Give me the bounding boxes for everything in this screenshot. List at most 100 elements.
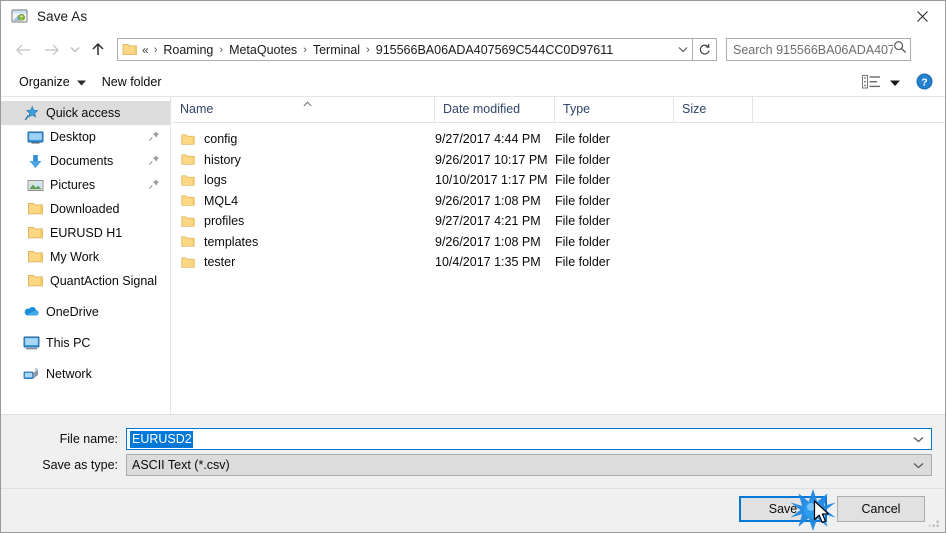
cancel-button[interactable]: Cancel — [837, 496, 925, 522]
file-date-cell: 10/10/2017 1:17 PM — [435, 173, 548, 188]
breadcrumb-item-terminal-id[interactable]: 915566BA06ADA407569C544CC0D97611 — [375, 42, 614, 58]
file-date-cell: 9/27/2017 4:21 PM — [435, 214, 541, 229]
folder-icon — [181, 235, 196, 248]
breadcrumb-item-terminal[interactable]: Terminal — [312, 42, 361, 58]
caret-down-icon[interactable] — [890, 73, 900, 91]
table-row[interactable]: MQL4 9/26/2017 1:08 PM File folder — [172, 191, 945, 212]
table-row[interactable]: logs 10/10/2017 1:17 PM File folder — [172, 170, 945, 191]
table-row[interactable]: templates 9/26/2017 1:08 PM File folder — [172, 232, 945, 253]
sidebar-item-label: Pictures — [50, 178, 96, 192]
onedrive-icon — [23, 304, 40, 321]
refresh-icon[interactable] — [693, 38, 717, 61]
save-as-icon — [11, 8, 28, 25]
sidebar-item-pictures[interactable]: Pictures — [1, 173, 170, 197]
caret-down-icon — [76, 75, 86, 89]
pin-icon[interactable] — [148, 130, 160, 142]
sidebar-item-label: Documents — [50, 154, 114, 168]
file-type-cell: File folder — [555, 193, 610, 208]
sidebar-item-quantaction-signal[interactable]: QuantAction Signal — [1, 269, 170, 293]
breadcrumb-item-metaquotes[interactable]: MetaQuotes — [228, 42, 298, 58]
sidebar-item-documents[interactable]: Documents — [1, 149, 170, 173]
column-header-row: Name Date modified Type Size — [172, 96, 945, 123]
breadcrumb-separator: › — [153, 43, 158, 56]
file-name-label: templates — [204, 234, 259, 249]
file-name-value: EURUSD2 — [130, 430, 193, 448]
file-type-cell: File folder — [555, 255, 610, 270]
sidebar-group-spacer — [1, 293, 170, 300]
back-arrow-icon[interactable] — [9, 35, 37, 65]
organize-button[interactable]: Organize — [11, 72, 94, 92]
pin-icon[interactable] — [148, 154, 160, 166]
file-date-cell: 9/27/2017 4:44 PM — [435, 132, 541, 147]
sidebar-item-label: Downloaded — [50, 202, 120, 216]
sidebar-item-onedrive[interactable]: OneDrive — [1, 300, 170, 324]
file-name-label: tester — [204, 255, 236, 270]
sidebar-item-quick-access[interactable]: Quick access — [1, 101, 170, 125]
file-name-cell: tester — [172, 255, 435, 269]
file-name-cell: history — [172, 153, 435, 167]
column-header-blank — [753, 96, 943, 122]
breadcrumb-overflow[interactable]: « — [138, 43, 149, 57]
file-name-chevron-down-icon[interactable] — [913, 436, 924, 443]
organize-label: Organize — [19, 74, 70, 89]
breadcrumb-item-roaming[interactable]: Roaming — [162, 42, 214, 58]
forward-arrow-icon[interactable] — [37, 35, 65, 65]
sidebar-item-label: OneDrive — [46, 305, 99, 319]
folder-icon — [181, 133, 196, 146]
recent-locations-chevron-down-icon[interactable] — [65, 35, 85, 65]
column-header-label: Size — [682, 102, 707, 116]
search-input[interactable]: Search 915566BA06ADA40756... — [726, 38, 911, 61]
table-row[interactable]: profiles 9/27/2017 4:21 PM File folder — [172, 211, 945, 232]
file-name-input[interactable]: EURUSD2 — [126, 428, 932, 450]
table-row[interactable]: history 9/26/2017 10:17 PM File folder — [172, 150, 945, 171]
column-header-type[interactable]: Type — [555, 96, 674, 122]
sidebar-item-eurusd-h1[interactable]: EURUSD H1 — [1, 221, 170, 245]
table-row[interactable]: tester 10/4/2017 1:35 PM File folder — [172, 252, 945, 273]
save-button[interactable]: Save — [739, 496, 827, 522]
save-as-type-row: Save as type: ASCII Text (*.csv) — [1, 454, 945, 476]
save-as-type-select[interactable]: ASCII Text (*.csv) — [126, 454, 932, 476]
close-icon[interactable] — [899, 1, 945, 31]
address-bar[interactable]: « › Roaming › MetaQuotes › Terminal › 91… — [117, 38, 693, 61]
view-layout-icon[interactable] — [862, 74, 882, 90]
up-arrow-icon[interactable] — [85, 35, 111, 65]
column-header-date-modified[interactable]: Date modified — [435, 96, 555, 122]
column-header-name[interactable]: Name — [172, 96, 435, 122]
file-name-label: config — [204, 132, 238, 147]
pin-icon[interactable] — [148, 178, 160, 190]
file-name-label: history — [204, 152, 241, 167]
view-options: ? — [862, 73, 945, 91]
folder-icon — [181, 256, 196, 269]
sidebar-item-label: EURUSD H1 — [50, 226, 123, 240]
file-name-cell: config — [172, 132, 435, 146]
file-date-cell: 10/4/2017 1:35 PM — [435, 255, 541, 270]
navigation-pane: Quick access Desktop Documents Pictures … — [1, 97, 171, 414]
save-as-type-chevron-down-icon[interactable] — [913, 462, 924, 469]
desktop-icon — [27, 129, 44, 146]
help-icon[interactable]: ? — [916, 73, 933, 90]
sidebar-item-network[interactable]: Network — [1, 362, 170, 386]
sidebar-item-downloaded[interactable]: Downloaded — [1, 197, 170, 221]
sidebar-item-label: Desktop — [50, 130, 96, 144]
pictures-icon — [27, 177, 44, 194]
file-name-cell: templates — [172, 235, 435, 249]
column-header-label: Type — [563, 102, 591, 116]
file-rows: config 9/27/2017 4:44 PM File folder his… — [172, 123, 945, 273]
sidebar-item-my-work[interactable]: My Work — [1, 245, 170, 269]
sidebar-item-label: Network — [46, 367, 92, 381]
new-folder-button[interactable]: New folder — [94, 72, 170, 92]
breadcrumb-separator: › — [366, 43, 370, 56]
sidebar-item-this-pc[interactable]: This PC — [1, 331, 170, 355]
table-row[interactable]: config 9/27/2017 4:44 PM File folder — [172, 129, 945, 150]
save-as-type-value: ASCII Text (*.csv) — [132, 458, 230, 472]
folder-icon — [27, 249, 44, 266]
resize-grip[interactable] — [928, 516, 941, 529]
search-icon[interactable] — [893, 40, 907, 59]
address-dropdown-chevron-down-icon[interactable] — [673, 39, 692, 60]
column-header-size[interactable]: Size — [674, 96, 753, 122]
sidebar-item-desktop[interactable]: Desktop — [1, 125, 170, 149]
file-name-label: MQL4 — [204, 193, 239, 208]
folder-icon — [27, 273, 44, 290]
folder-icon — [181, 153, 196, 166]
search-placeholder: Search 915566BA06ADA40756... — [733, 42, 893, 57]
